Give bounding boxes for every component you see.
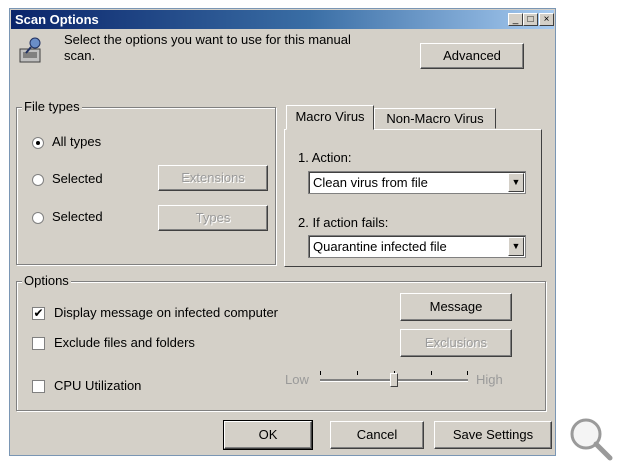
radio-selected-extensions[interactable] [32,174,44,186]
window-title: Scan Options [15,12,99,27]
cpu-slider[interactable] [320,369,468,393]
slider-high-label: High [476,372,503,387]
save-settings-button[interactable]: Save Settings [434,421,552,449]
slider-tick [467,371,468,375]
cpu-utilization-checkbox[interactable] [32,380,45,393]
slider-tick [320,371,321,375]
fail-action-label: 2. If action fails: [298,215,389,230]
selected-types-label[interactable]: Selected [52,209,103,224]
radio-all-types[interactable] [32,137,44,149]
maximize-button[interactable]: □ [523,13,538,26]
action-select-value: Clean virus from file [313,175,428,190]
minimize-button[interactable]: _ [508,13,523,26]
tab-macro-virus[interactable]: Macro Virus [286,105,374,130]
radio-selected-types[interactable] [32,212,44,224]
cpu-utilization-label[interactable]: CPU Utilization [54,378,141,393]
close-button[interactable]: × [539,13,554,26]
slider-thumb[interactable] [390,373,398,387]
exclusions-button[interactable]: Exclusions [400,329,512,357]
display-message-label[interactable]: Display message on infected computer [54,305,278,320]
scan-icon [19,37,41,63]
slider-tick [431,371,432,375]
scan-options-window: Scan Options _ □ × Select the options yo… [9,8,556,456]
slider-low-label: Low [285,372,309,387]
cancel-button[interactable]: Cancel [330,421,424,449]
message-button[interactable]: Message [400,293,512,321]
extensions-button[interactable]: Extensions [158,165,268,191]
chevron-down-icon[interactable]: ▼ [508,173,524,192]
action-label: 1. Action: [298,150,352,165]
slider-tick [357,371,358,375]
tab-non-macro-virus[interactable]: Non-Macro Virus [374,108,496,129]
file-types-legend: File types [22,99,82,114]
instruction-text: Select the options you want to use for t… [64,32,351,63]
exclude-files-checkbox[interactable] [32,337,45,350]
display-message-checkbox[interactable]: ✔ [32,307,45,320]
types-button[interactable]: Types [158,205,268,231]
all-types-label[interactable]: All types [52,134,101,149]
options-legend: Options [22,273,71,288]
magnifier-icon[interactable] [566,414,614,462]
fail-action-select[interactable]: Quarantine infected file ▼ [308,235,526,258]
exclude-files-label[interactable]: Exclude files and folders [54,335,195,350]
chevron-down-icon[interactable]: ▼ [508,237,524,256]
action-select[interactable]: Clean virus from file ▼ [308,171,526,194]
selected-extensions-label[interactable]: Selected [52,171,103,186]
ok-button[interactable]: OK [223,420,313,450]
title-bar[interactable]: Scan Options _ □ × [11,10,554,29]
fail-action-select-value: Quarantine infected file [313,239,447,254]
advanced-button[interactable]: Advanced [420,43,524,69]
